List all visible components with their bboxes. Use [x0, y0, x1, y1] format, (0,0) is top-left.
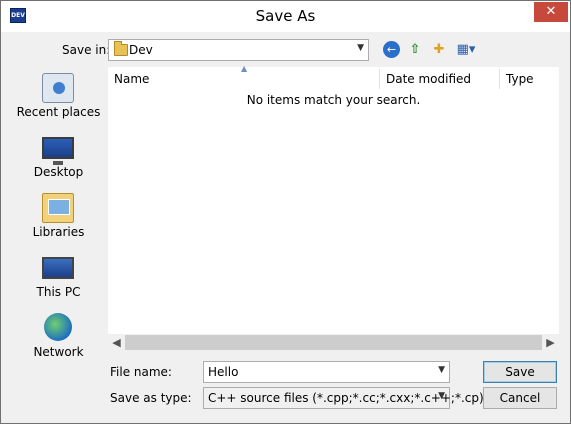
place-label: This PC — [36, 285, 81, 299]
file-name-field[interactable]: Hello ▼ — [203, 361, 450, 383]
column-header-date-modified[interactable]: Date modified — [380, 67, 498, 89]
new-folder-icon[interactable]: ✚ — [430, 41, 448, 59]
column-header-type[interactable]: Type — [500, 67, 559, 89]
place-desktop[interactable]: Desktop — [11, 127, 106, 185]
close-button[interactable]: ✕ — [534, 2, 568, 22]
save-in-value: Dev — [129, 43, 153, 57]
scrollbar-thumb[interactable] — [125, 335, 542, 350]
cancel-button[interactable]: Cancel — [483, 387, 557, 409]
scroll-right-icon[interactable]: ▶ — [542, 334, 559, 351]
recent-places-icon — [42, 73, 74, 103]
view-menu-icon[interactable]: ▦▾ — [453, 41, 479, 59]
save-as-type-label: Save as type: — [110, 391, 192, 405]
place-label: Network — [33, 345, 84, 359]
place-network[interactable]: Network — [11, 307, 106, 365]
back-icon[interactable]: ← — [383, 41, 400, 58]
save-in-label: Save in: — [62, 43, 111, 57]
place-libraries[interactable]: Libraries — [11, 187, 106, 245]
chevron-down-icon[interactable]: ▼ — [438, 365, 445, 375]
up-folder-icon[interactable]: ⇧ — [406, 41, 424, 59]
network-icon — [44, 313, 72, 341]
save-as-type-dropdown[interactable]: C++ source files (*.cpp;*.cc;*.cxx;*.c++… — [203, 387, 484, 409]
file-name-value[interactable]: Hello — [208, 365, 238, 379]
horizontal-scrollbar[interactable]: ◀ ▶ — [108, 334, 559, 351]
place-label: Recent places — [16, 105, 101, 119]
column-header-row: Name ▲ Date modified Type — [108, 64, 559, 89]
save-button[interactable]: Save — [483, 361, 557, 383]
file-list[interactable]: Name ▲ Date modified Type No items match… — [108, 64, 559, 351]
chevron-down-icon[interactable]: ▼ — [438, 391, 445, 401]
place-this-pc[interactable]: This PC — [11, 247, 106, 305]
libraries-icon — [42, 193, 74, 223]
folder-icon — [114, 41, 128, 56]
save-in-dropdown[interactable]: Dev ▼ — [108, 39, 369, 61]
place-label: Libraries — [32, 225, 85, 239]
chevron-down-icon[interactable]: ▼ — [357, 43, 364, 53]
file-name-label: File name: — [110, 365, 172, 379]
save-as-dialog: DEV Save As ✕ Save in: Dev ▼ ← ⇧ ✚ ▦▾ Re… — [0, 0, 571, 424]
this-pc-icon — [42, 257, 74, 279]
title-bar[interactable]: DEV Save As ✕ — [1, 1, 570, 32]
place-recent-places[interactable]: Recent places — [11, 67, 106, 125]
empty-list-message: No items match your search. — [246, 93, 421, 107]
sort-ascending-icon: ▲ — [241, 64, 248, 73]
window-title: Save As — [255, 7, 316, 25]
place-label: Desktop — [33, 165, 84, 179]
places-bar: Recent places Desktop Libraries This PC … — [11, 67, 106, 367]
desktop-icon — [42, 137, 74, 165]
scroll-left-icon[interactable]: ◀ — [108, 334, 125, 351]
